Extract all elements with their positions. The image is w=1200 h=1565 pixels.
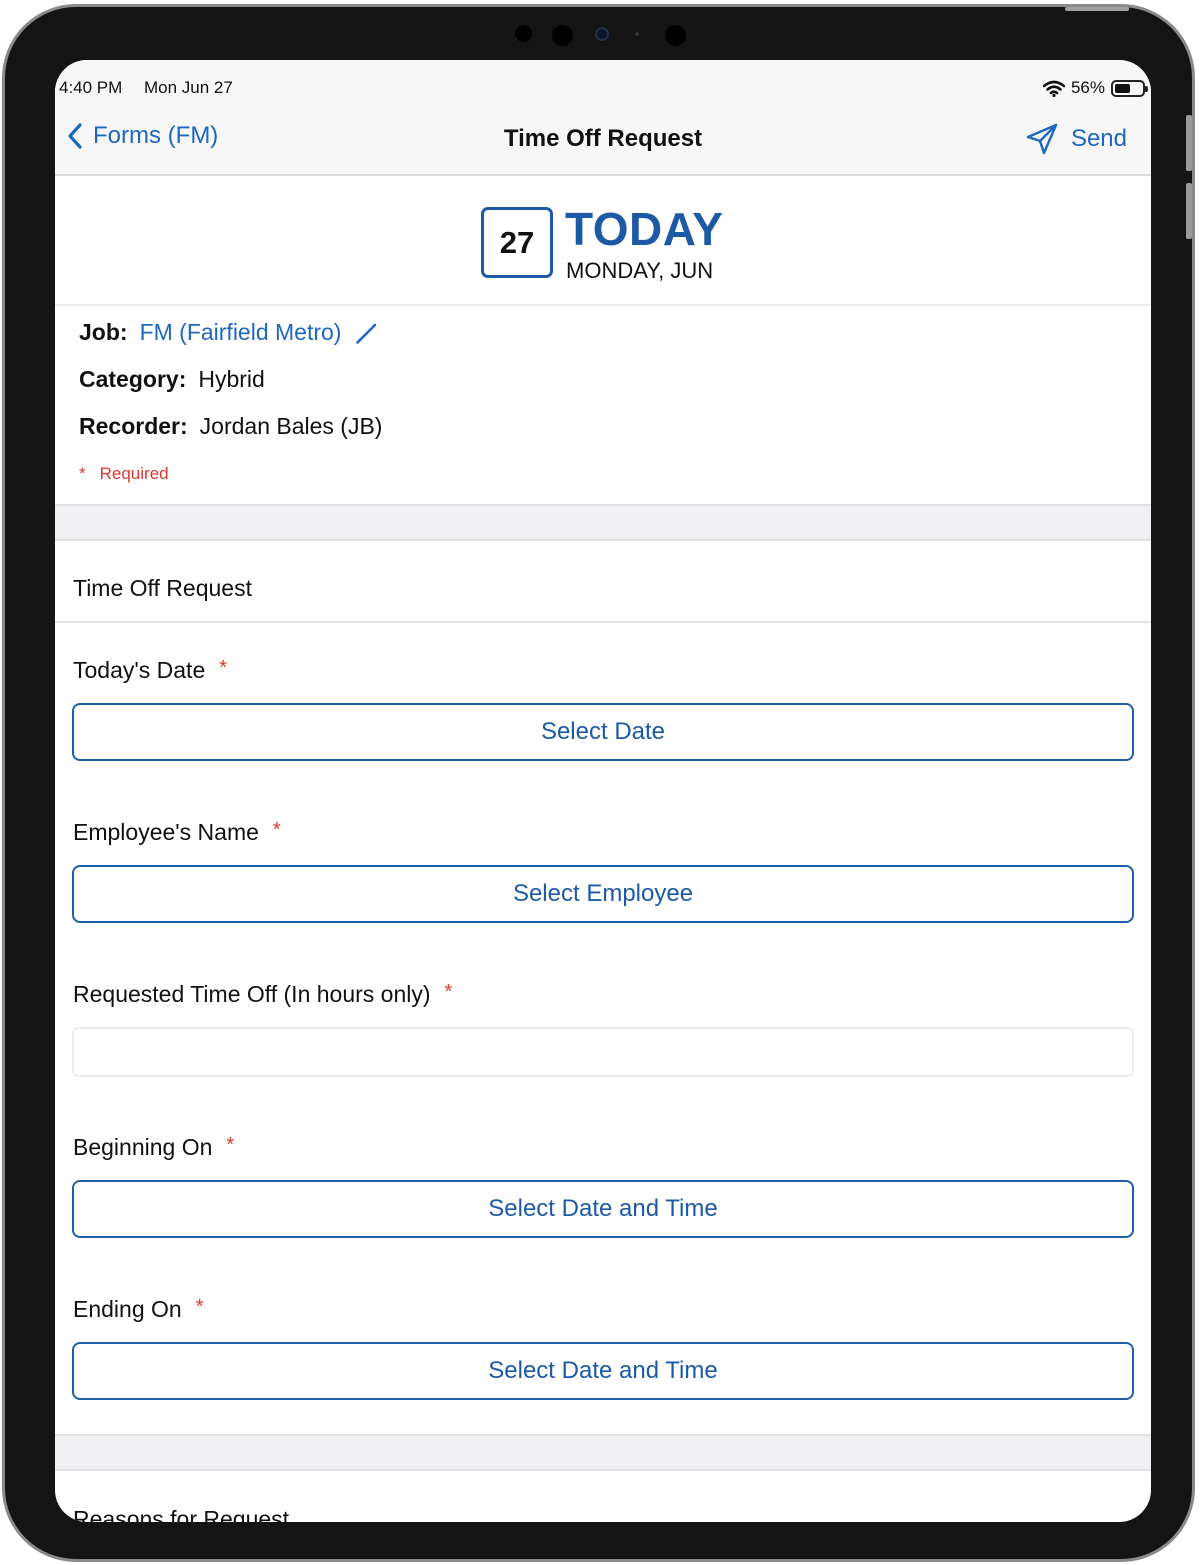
- wifi-icon: [1042, 80, 1065, 97]
- field-label-text: Requested Time Off (In hours only): [73, 981, 431, 1007]
- sensor-dot: [635, 32, 639, 36]
- camera-icon: [595, 27, 609, 41]
- volume-down-button: [1186, 183, 1192, 239]
- recorder-value: Jordan Bales (JB): [199, 413, 383, 439]
- status-time: 4:40 PM: [59, 78, 123, 97]
- required-legend: * Required: [79, 464, 169, 484]
- job-value[interactable]: FM (Fairfield Metro): [140, 319, 342, 346]
- calendar-day-badge: 27: [481, 207, 553, 278]
- select-beginning-datetime-button[interactable]: Select Date and Time: [72, 1180, 1134, 1238]
- select-ending-datetime-button[interactable]: Select Date and Time: [72, 1342, 1134, 1400]
- category-label: Category:: [79, 366, 187, 392]
- paper-plane-icon: [1026, 123, 1058, 155]
- field-label-text: Ending On: [73, 1296, 182, 1322]
- section-divider: [55, 504, 1151, 541]
- requested-hours-input[interactable]: [72, 1027, 1134, 1077]
- tablet-frame: 4:40 PM Mon Jun 27 56% Forms (FM) Time O…: [2, 4, 1195, 1562]
- sensor-dot: [515, 25, 532, 42]
- battery-icon: [1111, 79, 1148, 97]
- field-label-text: Employee's Name: [73, 819, 259, 845]
- field-label-todays-date: Today's Date *: [73, 657, 227, 684]
- status-date: Mon Jun 27: [144, 78, 233, 97]
- section-title: Time Off Request: [73, 575, 252, 601]
- recorder-row: Recorder: Jordan Bales (JB): [79, 413, 382, 440]
- top-button: [1065, 7, 1129, 11]
- select-date-button[interactable]: Select Date: [72, 703, 1134, 761]
- field-label-ending-on: Ending On *: [73, 1296, 204, 1323]
- required-star: *: [219, 657, 228, 679]
- field-label-beginning-on: Beginning On *: [73, 1134, 234, 1161]
- today-subheading: MONDAY, JUN: [566, 258, 714, 283]
- send-button[interactable]: Send: [1025, 122, 1127, 156]
- required-star: *: [79, 464, 86, 483]
- volume-up-button: [1186, 115, 1192, 171]
- field-label-employee-name: Employee's Name *: [73, 819, 281, 846]
- required-text: Required: [99, 464, 169, 483]
- section-divider: [55, 1434, 1151, 1471]
- job-row: Job: FM (Fairfield Metro): [79, 319, 379, 346]
- screen: 4:40 PM Mon Jun 27 56% Forms (FM) Time O…: [55, 60, 1151, 1522]
- navigation-bar: 4:40 PM Mon Jun 27 56% Forms (FM) Time O…: [55, 60, 1151, 176]
- field-label-requested-time-off: Requested Time Off (In hours only) *: [73, 981, 452, 1008]
- page-title: Time Off Request: [503, 125, 703, 152]
- form-info: Job: FM (Fairfield Metro) Category: Hybr…: [55, 306, 1151, 504]
- sensor-dot: [552, 25, 573, 46]
- required-star: *: [444, 981, 453, 1003]
- divider: [55, 621, 1151, 623]
- required-star: *: [272, 819, 281, 841]
- sensor-dot: [665, 25, 686, 46]
- required-star: *: [226, 1134, 235, 1156]
- field-label-text: Beginning On: [73, 1134, 213, 1160]
- send-button-label: Send: [1070, 125, 1127, 152]
- select-employee-button[interactable]: Select Employee: [72, 865, 1134, 923]
- category-value: Hybrid: [198, 366, 265, 392]
- category-row: Category: Hybrid: [79, 366, 265, 393]
- today-heading: TODAY: [565, 203, 724, 255]
- section-title-reasons: Reasons for Request: [73, 1506, 290, 1522]
- job-label: Job:: [79, 319, 128, 345]
- recorder-label: Recorder:: [79, 413, 188, 439]
- battery-tip: [1145, 85, 1148, 92]
- battery-fill: [1115, 83, 1130, 93]
- date-header: 27 TODAY MONDAY, JUN: [55, 176, 1151, 306]
- battery-percent: 56%: [1070, 78, 1105, 97]
- pencil-icon[interactable]: [355, 321, 379, 345]
- field-label-text: Today's Date: [73, 657, 206, 683]
- required-star: *: [195, 1296, 204, 1318]
- status-indicators: 56%: [1042, 78, 1148, 98]
